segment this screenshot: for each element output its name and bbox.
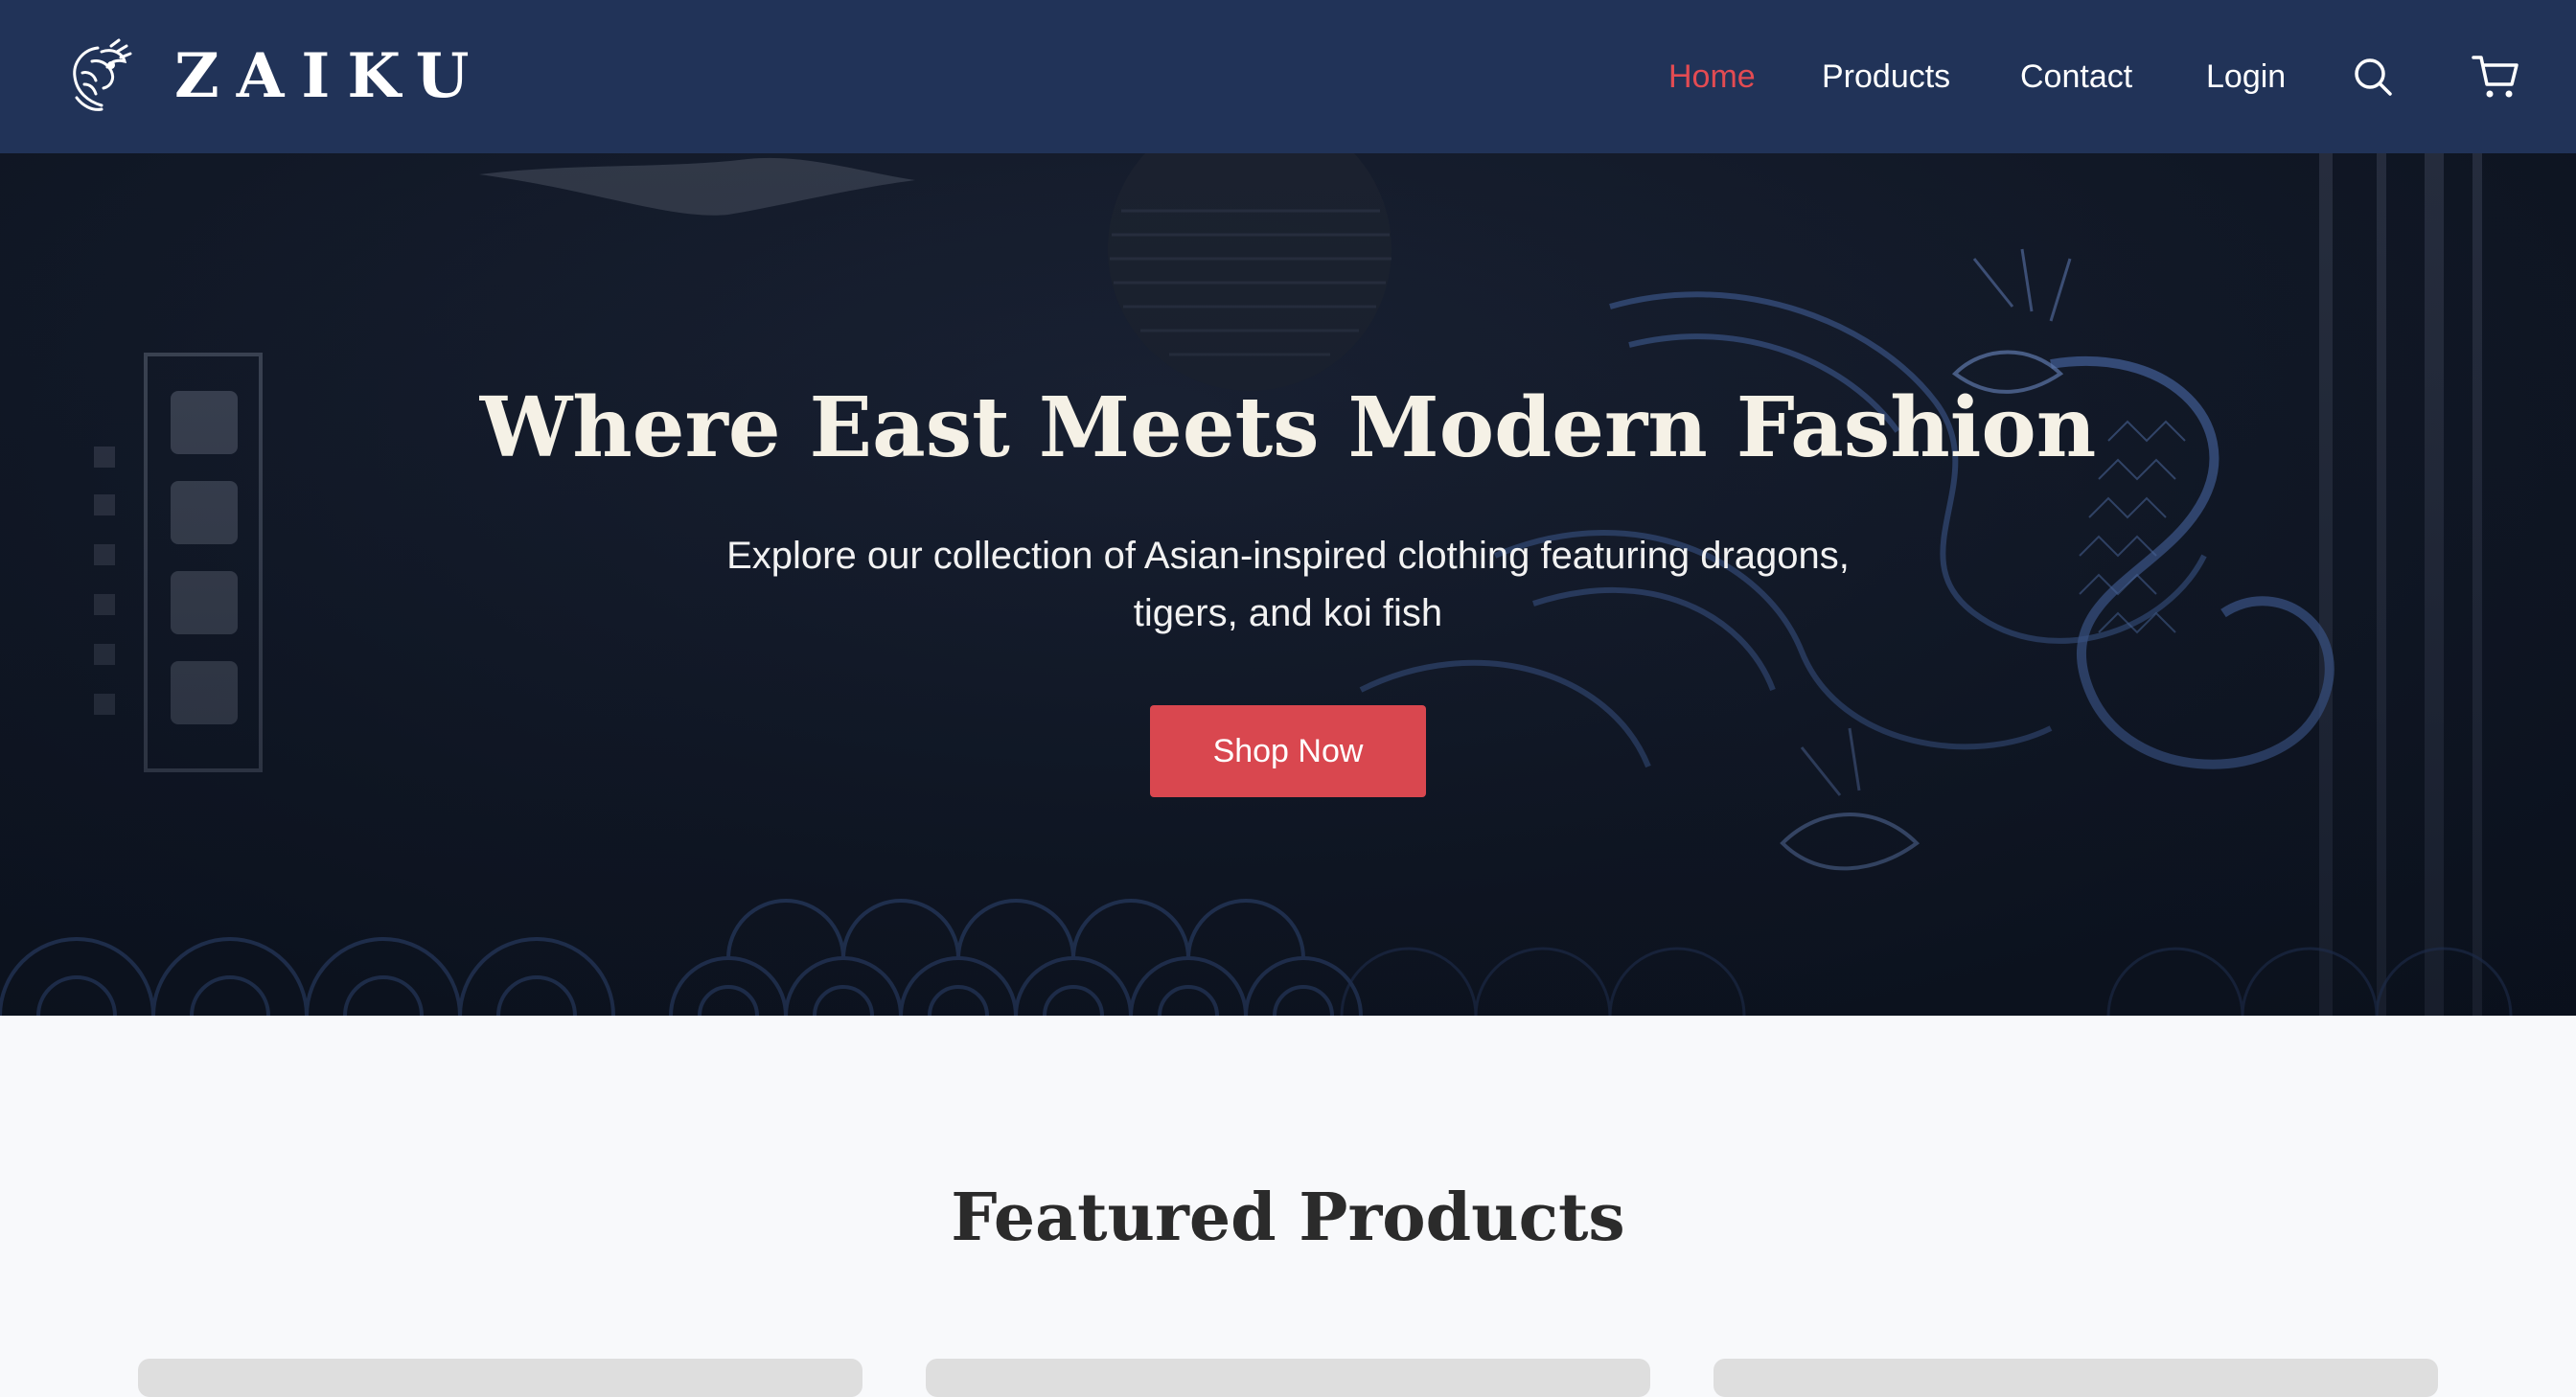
product-card[interactable] xyxy=(1714,1359,2438,1397)
nav-products-link[interactable]: Products xyxy=(1822,56,1950,98)
dragon-logo-icon xyxy=(73,38,132,111)
product-card[interactable] xyxy=(926,1359,1650,1397)
product-card[interactable] xyxy=(138,1359,862,1397)
nav-login-link[interactable]: Login xyxy=(2206,56,2286,98)
hero-title: Where East Meets Modern Fashion xyxy=(479,379,2097,476)
cart-icon[interactable] xyxy=(2472,54,2519,104)
nav-home-link[interactable]: Home xyxy=(1668,56,1756,98)
hero-banner: Where East Meets Modern Fashion Explore … xyxy=(0,153,2576,1016)
search-icon[interactable] xyxy=(2353,57,2393,102)
featured-products-title: Featured Products xyxy=(951,1179,1625,1256)
hero-subtitle: Explore our collection of Asian-inspired… xyxy=(726,535,1850,634)
nav-contact-link[interactable]: Contact xyxy=(2020,56,2132,98)
navbar: ZAIKU Home Products Contact Login xyxy=(0,0,2576,153)
logo[interactable]: ZAIKU xyxy=(63,34,486,119)
brand-name: ZAIKU xyxy=(174,40,487,112)
shop-now-button[interactable]: Shop Now xyxy=(1150,705,1426,797)
